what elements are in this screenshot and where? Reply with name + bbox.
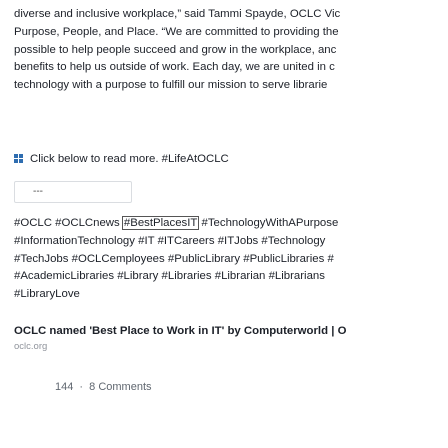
hashtag-link[interactable]: #ITJobs (218, 235, 259, 247)
hashtag-link[interactable]: #OCLCemployees (72, 253, 165, 265)
hashtag-link[interactable]: #Technology (261, 235, 325, 247)
hashtag-link[interactable]: #TechnologyWithAPurpose (202, 217, 339, 229)
hashtag-link[interactable]: #OCLC (14, 217, 52, 229)
hashtag-link[interactable]: #PublicLibrary (168, 253, 240, 265)
hashtag-link[interactable]: #Librarians (269, 270, 325, 282)
hashtag-link-focused[interactable]: #BestPlacesIT (121, 216, 200, 230)
embed-placeholder[interactable]: --- (14, 181, 132, 203)
post-body: diverse and inclusive workplace,” said T… (14, 6, 448, 95)
read-more-line: Click below to read more. #LifeAtOCLC (14, 151, 229, 167)
hashtag-line: #LibraryLove (14, 286, 448, 304)
post-line: possible to help people succeed and grow… (14, 43, 337, 56)
link-preview-domain: oclc.org (14, 341, 48, 352)
engagement-stats: 144 · 8 Comments (55, 381, 152, 393)
post-line: benefits to help us outside of work. Eac… (14, 61, 335, 74)
hashtag-link[interactable]: # (327, 253, 333, 265)
reaction-count[interactable]: 144 (55, 381, 73, 393)
hashtag-line: #OCLC #OCLCnews #BestPlacesIT #Technolog… (14, 215, 448, 233)
link-preview-title[interactable]: OCLC named 'Best Place to Work in IT' by… (14, 325, 346, 337)
hashtag-link[interactable]: #OCLCnews (55, 217, 120, 229)
embed-placeholder-text: --- (33, 186, 43, 197)
hashtag-line: #AcademicLibraries #Library #Libraries #… (14, 268, 448, 286)
hashtag-link[interactable]: #InformationTechnology (14, 235, 135, 247)
post-line: diverse and inclusive workplace,” said T… (14, 8, 341, 20)
post-line: Purpose, People, and Place. “We are comm… (14, 25, 339, 38)
hashtag-link[interactable]: #LibraryLove (14, 288, 80, 300)
comment-count[interactable]: 8 Comments (89, 381, 151, 393)
hashtag-link[interactable]: #AcademicLibraries (14, 270, 114, 282)
stats-separator: · (79, 381, 84, 393)
read-more-text: Click below to read more. #LifeAtOCLC (30, 153, 229, 165)
hashtag-link[interactable]: #Librarian (215, 270, 266, 282)
hashtag-link[interactable]: #IT (138, 235, 154, 247)
hashtag-block: #OCLC #OCLCnews #BestPlacesIT #Technolog… (14, 215, 448, 304)
hashtag-link[interactable]: #TechJobs (14, 253, 68, 265)
hashtag-link[interactable]: #Libraries (162, 270, 212, 282)
hashtag-line: #InformationTechnology #IT #ITCareers #I… (14, 233, 448, 251)
post-line: technology with a purpose to fulfill our… (14, 79, 328, 92)
hashtag-link[interactable]: #PublicLibraries (243, 253, 324, 265)
grid-icon (14, 154, 24, 164)
hashtag-link[interactable]: #ITCareers (158, 235, 215, 247)
hashtag-line: #TechJobs #OCLCemployees #PublicLibrary … (14, 251, 448, 269)
hashtag-link[interactable]: #Library (117, 270, 158, 282)
